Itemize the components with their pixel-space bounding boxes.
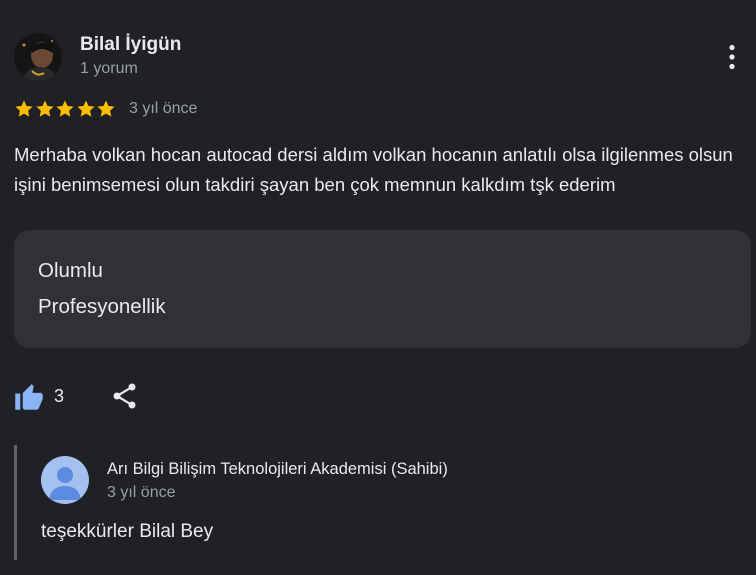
star-icon bbox=[56, 100, 74, 117]
reviewer-header: Bilal İyigün 1 yorum bbox=[14, 33, 181, 81]
owner-reply: Arı Bilgi Bilişim Teknolojileri Akademis… bbox=[14, 445, 756, 560]
owner-name: Arı Bilgi Bilişim Teknolojileri Akademis… bbox=[107, 460, 448, 478]
like-count: 3 bbox=[54, 385, 65, 406]
review-card: Bilal İyigün 1 yorum 3 yıl önce Merhaba … bbox=[0, 0, 756, 575]
attribute-item: Olumlu bbox=[38, 259, 103, 282]
more-vert-icon bbox=[729, 44, 735, 70]
star-icon bbox=[97, 100, 115, 117]
attribute-item: Profesyonellik bbox=[38, 295, 166, 318]
like-button[interactable]: 3 bbox=[14, 382, 64, 410]
review-date: 3 yıl önce bbox=[128, 100, 198, 117]
reviewer-avatar[interactable] bbox=[14, 33, 62, 81]
review-actions: 3 bbox=[14, 382, 138, 410]
thumb-up-icon bbox=[15, 384, 43, 410]
person-icon bbox=[49, 467, 81, 500]
review-attributes: Olumlu Profesyonellik bbox=[14, 230, 751, 348]
owner-avatar bbox=[41, 456, 89, 504]
star-rating bbox=[14, 99, 117, 119]
star-icon bbox=[36, 100, 54, 117]
star-icon bbox=[77, 100, 95, 117]
share-button[interactable] bbox=[112, 382, 138, 410]
owner-reply-text: teşekkürler Bilal Bey bbox=[41, 521, 214, 542]
rating-row: 3 yıl önce bbox=[14, 98, 197, 120]
more-options-button[interactable] bbox=[720, 41, 744, 73]
review-text: Merhaba volkan hocan autocad dersi aldım… bbox=[14, 144, 733, 195]
reviewer-review-count: 1 yorum bbox=[80, 59, 138, 77]
star-icon bbox=[15, 100, 33, 117]
owner-reply-date: 3 yıl önce bbox=[107, 484, 176, 501]
share-icon bbox=[113, 383, 136, 409]
reviewer-name[interactable]: Bilal İyigün bbox=[80, 33, 181, 57]
